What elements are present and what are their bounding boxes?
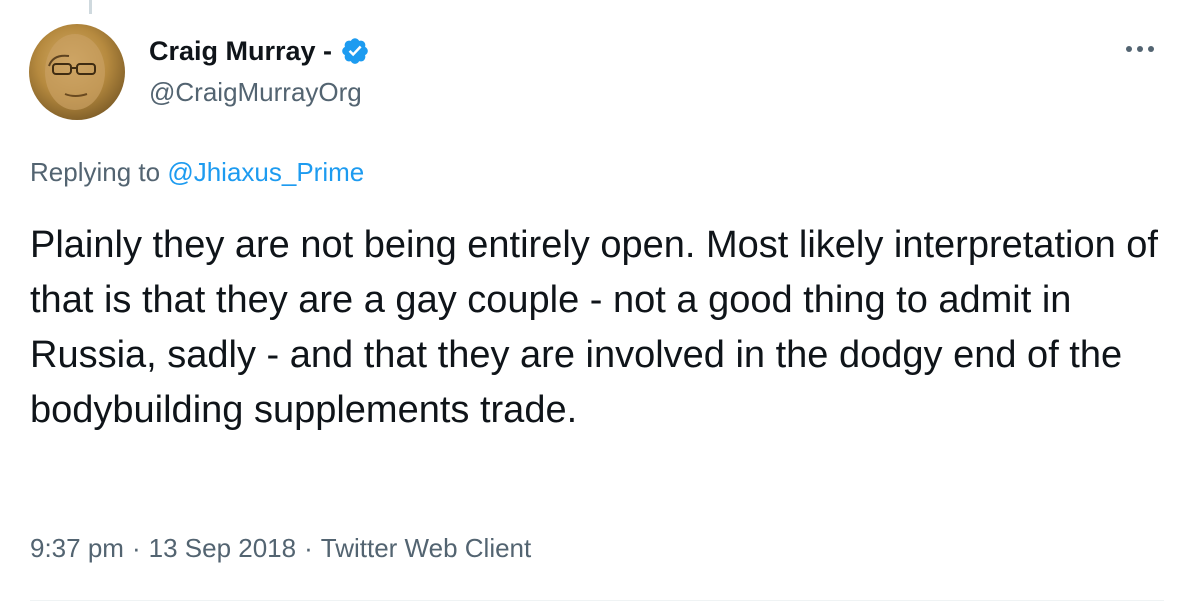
verified-badge-icon [342,38,368,64]
meta-separator: · [304,533,313,563]
more-dot [1126,46,1132,52]
more-dot [1137,46,1143,52]
reply-mention-link[interactable]: @Jhiaxus_Prime [167,157,364,187]
tweet-text: Plainly they are not being entirely open… [30,224,1158,431]
avatar[interactable] [29,24,125,120]
thread-connector-line [89,0,92,14]
tweet-meta: 9:37 pm · 13 Sep 2018 · Twitter Web Clie… [30,531,531,565]
tweet-client: Twitter Web Client [320,533,532,563]
more-dot [1148,46,1154,52]
meta-separator: · [131,533,141,563]
author-display-name[interactable]: Craig Murray - [149,34,332,68]
tweet-time[interactable]: 9:37 pm [30,531,124,565]
divider [30,600,1164,601]
tweet-date[interactable]: 13 Sep 2018 [149,531,296,565]
replying-to-label: Replying to [30,157,161,187]
author-name-row[interactable]: Craig Murray - [149,34,370,68]
replying-to: Replying to @Jhiaxus_Prime [30,155,364,189]
author-handle[interactable]: @CraigMurrayOrg [149,75,362,109]
more-options-icon[interactable] [1120,34,1160,64]
